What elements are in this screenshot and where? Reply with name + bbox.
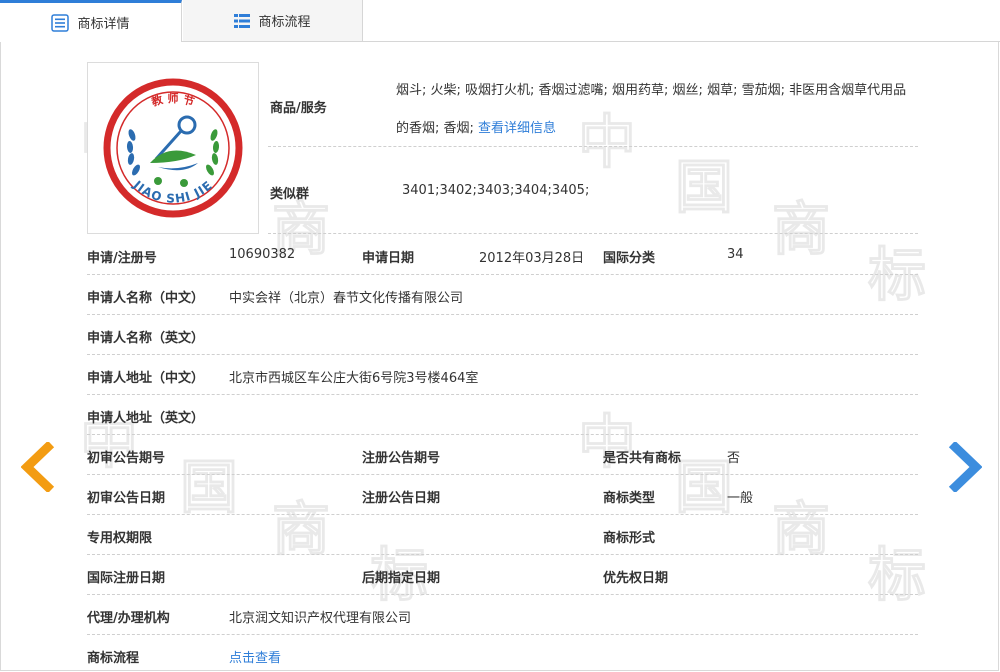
divider [87,434,918,435]
prelim-pub-number-label: 初审公告期号 [87,451,166,466]
trademark-type-label: 商标类型 [603,491,656,506]
intl-reg-date-label: 国际注册日期 [87,571,166,586]
shared-trademark-label: 是否共有商标 [603,451,682,466]
divider [87,354,918,355]
chevron-right-icon [948,440,983,494]
applicant-name-cn-value: 中实会祥（北京）春节文化传播有限公司 [229,291,464,306]
tab-label: 商标详情 [77,17,130,32]
trademark-type-value: 一般 [727,491,754,506]
tab-trademark-flow[interactable]: 商标流程 [183,0,363,41]
reg-pub-number-label: 注册公告期号 [362,451,441,466]
applicant-name-cn-label: 申请人名称（中文） [87,291,205,306]
trademark-flow-label: 商标流程 [87,651,140,666]
divider [87,394,918,395]
agent-label: 代理/办理机构 [87,611,170,626]
view-details-link[interactable]: 查看详细信息 [478,121,556,136]
trademark-emblem: 教 师 节 JIAO SHI JIE [103,78,243,218]
priority-date-label: 优先权日期 [603,571,669,586]
intl-class-label: 国际分类 [603,251,656,266]
goods-services-label: 商品/服务 [270,101,327,116]
divider [87,314,918,315]
view-flow-link[interactable]: 点击查看 [229,647,281,666]
applicant-address-en-label: 申请人地址（英文） [87,411,205,426]
divider [87,514,918,515]
apply-date-value: 2012年03月28日 [479,251,585,266]
apply-date-label: 申请日期 [362,251,415,266]
later-designation-date-label: 后期指定日期 [362,571,441,586]
applicant-address-cn-value: 北京市西城区车公庄大街6号院3号楼464室 [229,371,479,386]
trademark-image: 教 师 节 JIAO SHI JIE [87,62,259,234]
tab-trademark-detail[interactable]: 商标详情 [0,0,182,42]
divider [268,146,918,147]
applicant-address-cn-label: 申请人地址（中文） [87,371,205,386]
divider [87,274,918,275]
list-icon [51,13,70,32]
applicant-name-en-label: 申请人名称（英文） [87,331,205,346]
intl-class-value: 34 [727,247,744,262]
prelim-pub-date-label: 初审公告日期 [87,491,166,506]
reg-number-label: 申请/注册号 [87,251,157,266]
next-arrow-button[interactable] [948,440,983,496]
similar-group-value: 3401;3402;3403;3404;3405; [402,183,590,198]
trademark-form-label: 商标形式 [603,531,656,546]
divider [87,594,918,595]
divider [87,634,918,635]
divider [87,554,918,555]
goods-services-text: 烟斗; 火柴; 吸烟打火机; 香烟过滤嘴; 烟用药草; 烟丝; 烟草; 雪茄烟;… [396,83,907,136]
grid-list-icon [234,13,251,29]
tab-label: 商标流程 [258,15,311,30]
reg-pub-date-label: 注册公告日期 [362,491,441,506]
shared-trademark-value: 否 [727,451,741,466]
divider [268,233,918,234]
tab-bar: 商标详情 商标流程 [0,0,1000,42]
chevron-left-icon [20,440,55,494]
agent-value: 北京润文知识产权代理有限公司 [229,611,412,626]
exclusive-right-term-label: 专用权期限 [87,531,153,546]
reg-number-value: 10690382 [229,247,296,262]
prev-arrow-button[interactable] [20,440,55,496]
similar-group-label: 类似群 [270,187,310,202]
divider [87,474,918,475]
goods-services-value: 烟斗; 火柴; 吸烟打火机; 香烟过滤嘴; 烟用药草; 烟丝; 烟草; 雪茄烟;… [396,72,911,148]
